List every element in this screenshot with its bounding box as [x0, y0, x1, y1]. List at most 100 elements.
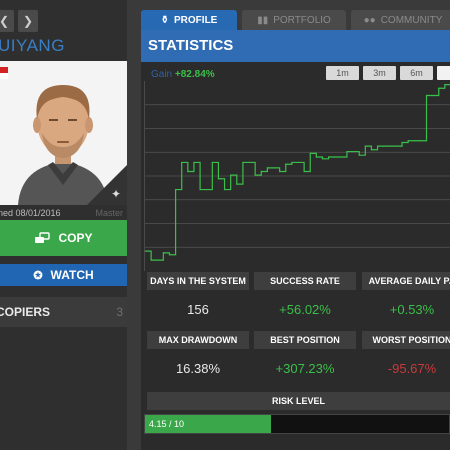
- chart-point: [395, 145, 397, 147]
- chart-point: [352, 150, 354, 153]
- chart-point: [254, 174, 256, 176]
- chart-point: [389, 145, 391, 147]
- tab-community-label: COMMUNITY: [380, 14, 443, 26]
- trophy-icon: ⚱: [160, 14, 170, 26]
- chart-point: [425, 94, 428, 97]
- chart-point: [358, 154, 360, 156]
- chart-point: [199, 188, 201, 191]
- statistics-title: STATISTICS: [141, 30, 450, 62]
- people-icon: ●●: [363, 14, 376, 26]
- success-rate-value: +56.02%: [279, 302, 331, 317]
- chart-point: [145, 250, 146, 252]
- chart-point: [193, 161, 195, 164]
- risk-level-value: 4.15 / 10: [149, 419, 185, 429]
- trader-panel: ❮ ❯ UIYANG ✦ ned 08/01/2016 Master COPY: [0, 0, 127, 450]
- trader-name: UIYANG: [0, 36, 65, 55]
- chart-point: [175, 188, 177, 191]
- chart-point: [340, 156, 342, 158]
- chart-point: [291, 161, 293, 164]
- chart-point: [266, 167, 268, 169]
- chart-point: [187, 170, 189, 173]
- success-rate-label: SUCCESS RATE: [254, 272, 356, 290]
- eye-star-icon: ✪: [33, 269, 43, 282]
- chart-point: [217, 178, 220, 180]
- chart-point: [370, 149, 373, 151]
- tab-community[interactable]: ●● COMMUNITY: [351, 10, 450, 30]
- chart-series-line: [145, 84, 450, 261]
- chart-point: [211, 161, 213, 164]
- chart-point: [205, 188, 207, 191]
- tab-profile[interactable]: ⚱ PROFILE: [141, 10, 237, 30]
- risk-level-label: RISK LEVEL: [147, 392, 450, 410]
- chart-point: [432, 94, 434, 97]
- chart-point: [383, 145, 385, 147]
- chart-point: [334, 156, 336, 158]
- worst-position-label: WORST POSITION: [362, 331, 450, 349]
- gain-prefix: Gain: [151, 69, 173, 80]
- chart-point: [230, 174, 232, 176]
- chart-point: [162, 252, 164, 254]
- chart-point: [272, 167, 275, 169]
- days-in-system-label: DAYS IN THE SYSTEM: [147, 272, 249, 290]
- profile-tabs: ⚱ PROFILE ▮▮ PORTFOLIO ●● COMMUNITY: [141, 10, 450, 30]
- coins-icon: [35, 232, 51, 243]
- rank-icon: ✦: [110, 187, 121, 201]
- chart-point: [248, 161, 250, 164]
- risk-level-bar: 4.15 / 10: [144, 414, 450, 434]
- chart-point: [315, 156, 317, 158]
- chart-point: [236, 183, 238, 185]
- avatar: ✦: [0, 61, 127, 205]
- chart-point: [260, 170, 262, 173]
- chart-point: [407, 140, 409, 142]
- gain-line: Gain +82.84%: [151, 69, 215, 80]
- chart-point: [346, 150, 348, 153]
- chart-point: [181, 161, 183, 164]
- chart-point: [279, 170, 281, 173]
- chart-point: [328, 156, 330, 158]
- bar-chart-icon: ▮▮: [257, 14, 269, 26]
- chart-point: [419, 140, 421, 142]
- chart-point: [438, 87, 440, 89]
- rank-badge: [87, 165, 127, 205]
- trader-level: Master: [95, 208, 123, 218]
- statistics-panel: Gain +82.84% 1m 3m 6m 1 DAYS IN THE SYST…: [141, 62, 450, 450]
- copiers-row[interactable]: COPIERS 3: [0, 297, 127, 327]
- copy-button[interactable]: COPY: [0, 220, 127, 256]
- max-drawdown-value: 16.38%: [175, 361, 221, 376]
- worst-position-value: -95.67%: [387, 361, 437, 376]
- chart-point: [156, 259, 158, 261]
- chart-point: [242, 161, 244, 164]
- range-selector: 1m 3m 6m 1: [326, 66, 450, 80]
- best-position-value: +307.23%: [275, 361, 335, 376]
- range-3m[interactable]: 3m: [363, 66, 396, 80]
- chevron-left-icon[interactable]: ❮: [0, 10, 14, 32]
- chart-point: [309, 152, 311, 154]
- range-6m[interactable]: 6m: [400, 66, 433, 80]
- chart-point: [168, 254, 171, 256]
- range-1m[interactable]: 1m: [326, 66, 359, 80]
- average-daily-label: AVERAGE DAILY PA: [362, 272, 450, 290]
- chart-point: [321, 158, 324, 160]
- max-drawdown-label: MAX DRAWDOWN: [147, 331, 249, 349]
- best-position-label: BEST POSITION: [254, 331, 356, 349]
- tab-portfolio[interactable]: ▮▮ PORTFOLIO: [242, 10, 346, 30]
- chart-point: [401, 141, 403, 144]
- chart-point: [364, 145, 366, 147]
- copy-button-label: COPY: [58, 231, 93, 245]
- chart-point: [285, 163, 287, 165]
- days-in-system-value: 156: [187, 302, 209, 317]
- chevron-right-icon[interactable]: ❯: [18, 10, 38, 32]
- chart-point: [376, 145, 379, 147]
- flag-icon: [0, 67, 8, 79]
- watch-button-label: WATCH: [50, 268, 94, 282]
- average-daily-value: +0.53%: [389, 302, 435, 317]
- range-1y[interactable]: 1: [437, 66, 450, 80]
- chart-point: [150, 259, 152, 261]
- chart-point: [444, 84, 446, 86]
- watch-button[interactable]: ✪ WATCH: [0, 264, 127, 286]
- performance-chart: [144, 81, 450, 271]
- copiers-label: COPIERS: [0, 305, 51, 319]
- tab-profile-label: PROFILE: [174, 14, 218, 26]
- chart-point: [303, 170, 305, 173]
- joined-date: ned 08/01/2016: [0, 208, 61, 218]
